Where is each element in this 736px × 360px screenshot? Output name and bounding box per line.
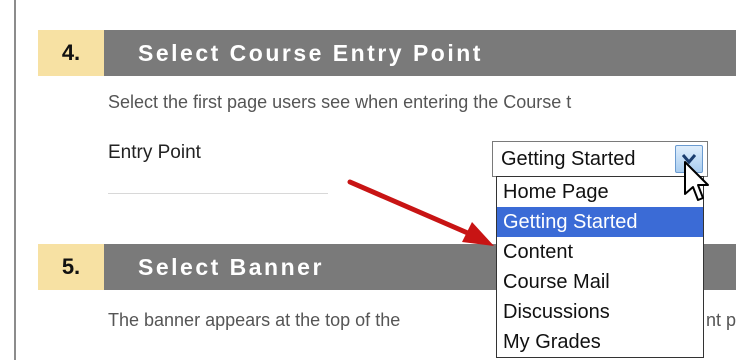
dropdown-option-getting-started[interactable]: Getting Started bbox=[497, 207, 703, 237]
dropdown-option-home-page[interactable]: Home Page bbox=[497, 177, 703, 207]
dropdown-option-discussions[interactable]: Discussions bbox=[497, 297, 703, 327]
dropdown-option-content[interactable]: Content bbox=[497, 237, 703, 267]
entry-point-dropdown-list[interactable]: Home Page Getting Started Content Course… bbox=[496, 176, 704, 358]
dropdown-option-course-mail[interactable]: Course Mail bbox=[497, 267, 703, 297]
dropdown-option-my-grades[interactable]: My Grades bbox=[497, 327, 703, 357]
mouse-pointer-icon bbox=[684, 161, 709, 201]
